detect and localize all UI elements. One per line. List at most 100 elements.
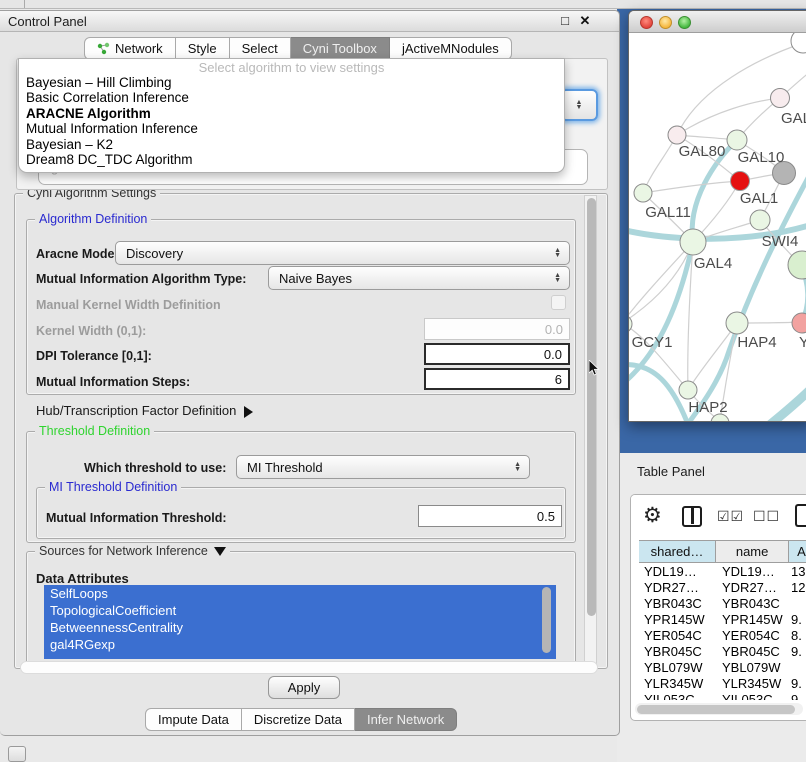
table-row[interactable]: YBR045CYBR045C9.	[639, 644, 806, 660]
settings-scrollbar-thumb[interactable]	[587, 198, 596, 616]
cell[interactable]: YDL19…	[717, 564, 791, 580]
network-node-gal4[interactable]	[680, 229, 706, 255]
sources-toggle[interactable]: Sources for Network Inference	[35, 544, 230, 558]
settings-hscroll-track[interactable]	[20, 661, 598, 674]
cell[interactable]: 9.	[791, 644, 806, 660]
network-view-window[interactable]: GAL GAL80 GAL10 GAL1 GAL11 SWI4 GAL4 GCY…	[628, 10, 806, 422]
which-threshold-combobox[interactable]: MI Threshold ▲▼	[236, 455, 530, 479]
column-header-shared-name[interactable]: shared…	[639, 541, 716, 562]
table-row[interactable]: YPR145WYPR145W9.	[639, 612, 806, 628]
cell[interactable]: 8.	[791, 628, 806, 644]
mi-steps-field[interactable]: 6	[424, 368, 570, 390]
kernel-width-field[interactable]: 0.0	[424, 318, 570, 340]
table-hscrollbar[interactable]	[635, 703, 803, 715]
cell[interactable]: 12	[791, 580, 806, 596]
cell[interactable]: YIL053C	[717, 692, 791, 700]
attribute-gal4rgexp[interactable]: gal4RGexp	[44, 636, 556, 653]
manual-kernel-width-checkbox[interactable]	[551, 295, 566, 310]
algorithm-option-aracne[interactable]: ARACNE Algorithm	[19, 106, 564, 121]
algorithm-combobox-stepper[interactable]: ▲▼	[560, 89, 598, 121]
cell[interactable]: YDR27…	[639, 580, 717, 596]
cell[interactable]: YER054C	[717, 628, 791, 644]
float-window-icon[interactable]: □	[557, 13, 573, 29]
table-row[interactable]: YIL053CYIL053C9.	[639, 692, 806, 700]
cell[interactable]: 13	[791, 564, 806, 580]
cell[interactable]: 9.	[791, 612, 806, 628]
tab-select[interactable]: Select	[230, 37, 291, 60]
cell[interactable]: YPR145W	[639, 612, 717, 628]
cell[interactable]: YBR045C	[639, 644, 717, 660]
algorithm-option-mutual-information[interactable]: Mutual Information Inference	[19, 121, 564, 136]
partial-toolbar-icon[interactable]	[795, 504, 806, 527]
algorithm-option-dream8[interactable]: Dream8 DC_TDC Algorithm	[19, 152, 564, 167]
cell[interactable]: YLR345W	[639, 676, 717, 692]
minimize-traffic-light[interactable]	[659, 16, 672, 29]
close-traffic-light[interactable]	[640, 16, 653, 29]
network-node-hap2[interactable]	[679, 381, 697, 399]
zoom-traffic-light[interactable]	[678, 16, 691, 29]
algorithm-option-basic-correlation[interactable]: Basic Correlation Inference	[19, 90, 564, 105]
cell[interactable]: YDL19…	[639, 564, 717, 580]
network-window-titlebar[interactable]	[629, 11, 806, 33]
cell[interactable]: YER054C	[639, 628, 717, 644]
network-canvas[interactable]: GAL GAL80 GAL10 GAL1 GAL11 SWI4 GAL4 GCY…	[629, 33, 806, 422]
network-node-y[interactable]	[792, 313, 806, 333]
network-node-hap4[interactable]	[726, 312, 748, 334]
cell[interactable]: YLR345W	[717, 676, 791, 692]
data-attributes-list[interactable]: SelfLoops TopologicalCoefficient Between…	[44, 585, 556, 659]
network-node-gal80[interactable]	[668, 126, 686, 144]
tab-jactivemnodules[interactable]: jActiveMNodules	[390, 37, 512, 60]
table-row[interactable]: YLR345WYLR345W9.	[639, 676, 806, 692]
close-icon[interactable]: ✕	[577, 13, 593, 29]
attribute-topologicalcoefficient[interactable]: TopologicalCoefficient	[44, 602, 556, 619]
cell[interactable]: YBL079W	[717, 660, 791, 676]
cell[interactable]: YPR145W	[717, 612, 791, 628]
tab-discretize-data[interactable]: Discretize Data	[242, 708, 355, 731]
cell[interactable]: YDR27…	[717, 580, 791, 596]
apply-button[interactable]: Apply	[268, 676, 340, 699]
network-node-gal11[interactable]	[634, 184, 652, 202]
tab-cyni-toolbox[interactable]: Cyni Toolbox	[291, 37, 390, 60]
cell[interactable]	[791, 660, 806, 676]
select-all-checkboxes-icon[interactable]: ☑☑	[717, 508, 744, 525]
column-header-name[interactable]: name	[716, 541, 789, 562]
control-panel-titlebar[interactable]: Control Panel □ ✕	[0, 11, 619, 32]
network-node[interactable]	[791, 33, 806, 53]
cell[interactable]: YBL079W	[639, 660, 717, 676]
table-row[interactable]: YDR27…YDR27…12	[639, 580, 806, 596]
algorithm-option-bayesian-k2[interactable]: Bayesian – K2	[19, 137, 564, 152]
cell[interactable]: YBR045C	[717, 644, 791, 660]
tab-network[interactable]: Network	[84, 37, 176, 60]
cell[interactable]: 9.	[791, 692, 806, 700]
cell[interactable]: YIL053C	[639, 692, 717, 700]
tab-infer-network[interactable]: Infer Network	[355, 708, 457, 731]
tab-style[interactable]: Style	[176, 37, 230, 60]
hub-definition-toggle[interactable]: Hub/Transcription Factor Definition	[36, 403, 253, 418]
minimized-panel-fragment[interactable]	[8, 746, 26, 762]
table-row[interactable]: YBL079WYBL079W	[639, 660, 806, 676]
network-node-gal[interactable]	[771, 89, 790, 108]
mutual-information-threshold-field[interactable]: 0.5	[418, 505, 562, 527]
table-row[interactable]: YBR043CYBR043C	[639, 596, 806, 612]
tab-impute-data[interactable]: Impute Data	[145, 708, 242, 731]
gear-icon[interactable]: ⚙	[643, 503, 662, 528]
mi-algorithm-type-combobox[interactable]: Naive Bayes ▲▼	[268, 266, 570, 290]
aracne-mode-combobox[interactable]: Discovery ▲▼	[115, 241, 570, 265]
cell[interactable]: 9.	[791, 676, 806, 692]
cell[interactable]	[791, 596, 806, 612]
table-row[interactable]: YER054CYER054C8.	[639, 628, 806, 644]
table-hscrollbar-thumb[interactable]	[637, 705, 795, 714]
algorithm-option-bayesian-hill-climbing[interactable]: Bayesian – Hill Climbing	[19, 75, 564, 90]
table-row[interactable]: YDL19…YDL19…13	[639, 564, 806, 580]
attributes-scrollbar-thumb[interactable]	[542, 587, 551, 653]
dpi-tolerance-field[interactable]: 0.0	[424, 343, 570, 365]
settings-scrollbar[interactable]	[584, 195, 597, 667]
deselect-all-checkboxes-icon[interactable]: ☐☐	[753, 508, 780, 525]
attribute-betweennesscentrality[interactable]: BetweennessCentrality	[44, 619, 556, 636]
column-visibility-icon[interactable]	[682, 506, 702, 527]
network-node-gal1[interactable]	[731, 172, 750, 191]
attribute-selfloops[interactable]: SelfLoops	[44, 585, 556, 602]
network-node-swi4[interactable]	[750, 210, 770, 230]
cell[interactable]: YBR043C	[639, 596, 717, 612]
cell[interactable]: YBR043C	[717, 596, 791, 612]
